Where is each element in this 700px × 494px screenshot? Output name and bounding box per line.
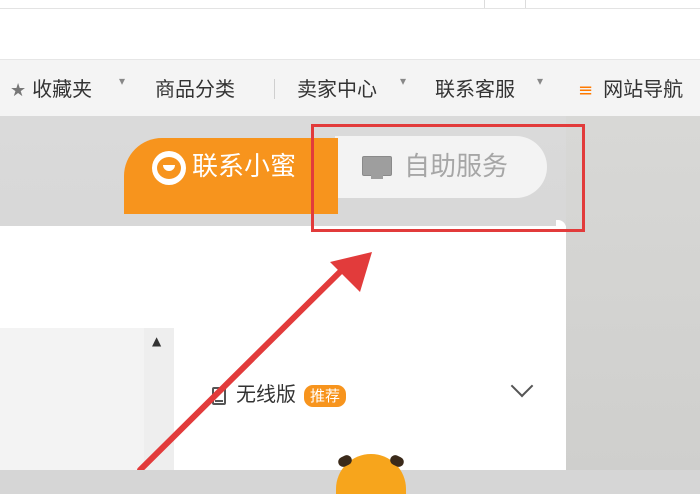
arrow-shaft [137,259,353,470]
annotation-arrow [137,252,372,470]
